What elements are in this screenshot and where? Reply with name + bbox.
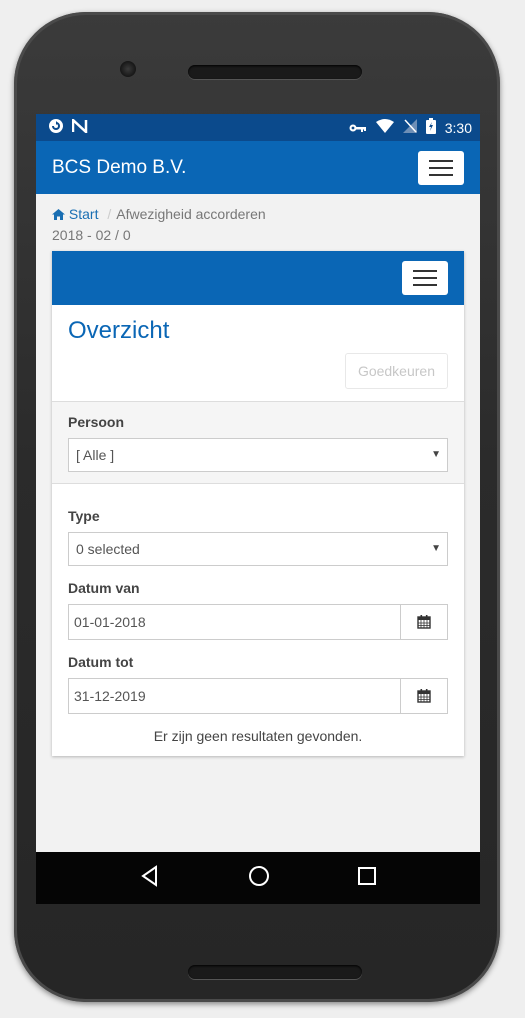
hamburger-icon [429, 159, 453, 162]
type-select-value: 0 selected [76, 541, 140, 557]
key-icon [349, 120, 367, 136]
calendar-icon [417, 615, 431, 629]
page-title: Overzicht [68, 317, 170, 344]
hamburger-icon [413, 270, 437, 272]
bottom-speaker [188, 965, 362, 979]
breadcrumb-home-link[interactable]: Start [52, 206, 102, 222]
status-bar: 3:30 [36, 114, 480, 141]
recents-icon[interactable] [357, 866, 377, 891]
person-filter-box: Persoon [ Alle ] ▼ [52, 401, 464, 484]
filter-body: Type 0 selected ▼ Datum van 01-01-2018 D… [52, 484, 464, 756]
persoon-label: Persoon [68, 414, 125, 430]
no-signal-icon [402, 119, 417, 136]
breadcrumb: Start / Afwezigheid accorderen [52, 206, 464, 222]
home-circle-icon[interactable] [248, 865, 270, 892]
chevron-down-icon: ▼ [431, 449, 441, 460]
n-icon [71, 117, 88, 136]
datum-tot-input[interactable]: 31-12-2019 [69, 679, 400, 713]
panel-title-row: Overzicht Goedkeuren [52, 305, 464, 401]
battery-charging-icon [425, 118, 436, 137]
page-content: Start / Afwezigheid accorderen 2018 - 02 … [36, 194, 480, 756]
approve-wrap: Goedkeuren [68, 353, 448, 401]
type-label: Type [68, 508, 100, 524]
main-menu-button[interactable] [418, 150, 464, 185]
clock: 3:30 [444, 119, 472, 136]
hamburger-line [429, 173, 453, 176]
panel-menu-button[interactable] [402, 261, 448, 295]
breadcrumb-home-label: Start [68, 206, 99, 222]
hamburger-line [413, 277, 437, 279]
hamburger-line [413, 284, 437, 286]
android-nav-bar [36, 852, 480, 904]
type-select[interactable]: 0 selected ▼ [68, 532, 448, 566]
calendar-icon [417, 689, 431, 703]
approve-button[interactable]: Goedkeuren [344, 353, 448, 389]
datum-van-calendar-button[interactable] [400, 605, 447, 639]
persoon-select[interactable]: [ Alle ] ▼ [68, 438, 448, 472]
period-label: 2018 - 02 / 0 [52, 227, 131, 243]
home-icon [52, 209, 65, 220]
breadcrumb-current: Afwezigheid accorderen [116, 206, 266, 222]
overview-panel: Overzicht Goedkeuren Persoon [ Alle ] ▼ … [52, 251, 464, 756]
datum-tot-label: Datum tot [68, 654, 134, 670]
datum-van-group: Datum van 01-01-2018 [68, 580, 448, 640]
type-group: Type 0 selected ▼ [68, 508, 448, 566]
breadcrumb-separator: / [107, 206, 112, 222]
empty-results-message: Er zijn geen resultaten gevonden. [153, 728, 363, 744]
datum-van-input[interactable]: 01-01-2018 [69, 605, 400, 639]
back-icon[interactable] [139, 864, 161, 892]
sync-icon [48, 118, 64, 137]
persoon-select-value: [ Alle ] [76, 447, 115, 463]
chevron-down-icon: ▼ [431, 543, 441, 554]
datum-van-label: Datum van [68, 580, 140, 596]
datum-tot-group: Datum tot 31-12-2019 [68, 654, 448, 714]
datum-tot-calendar-button[interactable] [400, 679, 447, 713]
app-screen: 3:30 BCS Demo B.V. Start / Afwezigheid ac… [36, 114, 480, 904]
hamburger-line [429, 166, 453, 169]
top-navbar: BCS Demo B.V. [36, 141, 480, 194]
app-brand[interactable]: BCS Demo B.V. [52, 157, 186, 179]
panel-header [52, 251, 464, 305]
datum-tot-field: 31-12-2019 [68, 678, 448, 714]
front-camera [120, 61, 136, 77]
datum-van-field: 01-01-2018 [68, 604, 448, 640]
wifi-icon [375, 119, 394, 136]
earpiece-speaker [188, 65, 362, 79]
